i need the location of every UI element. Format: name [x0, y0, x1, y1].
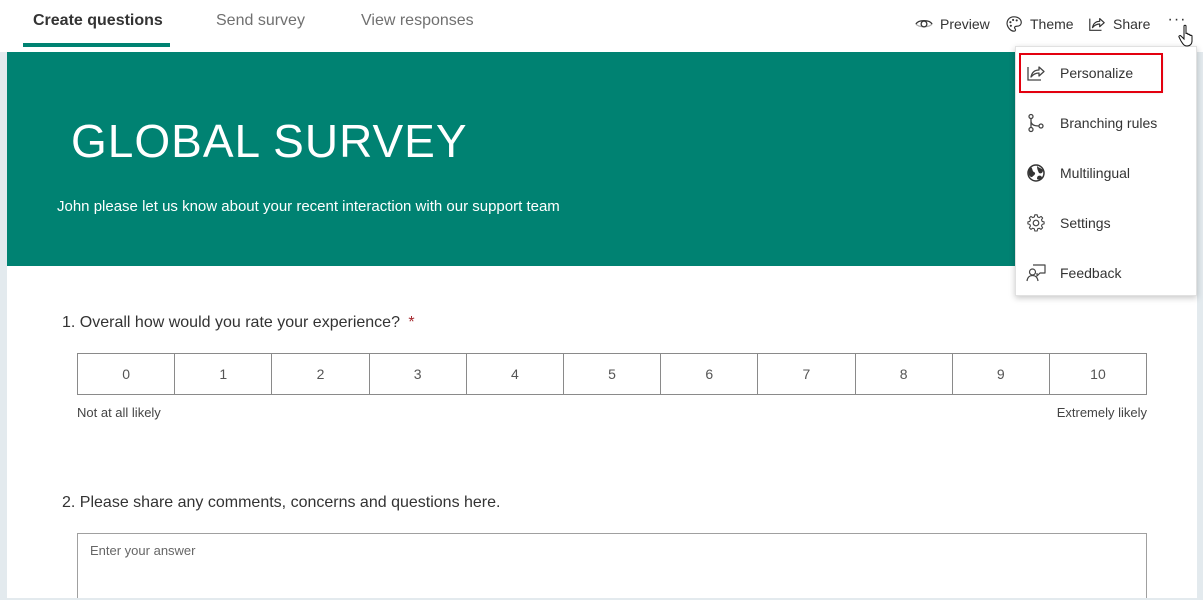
theme-label: Theme	[1030, 16, 1074, 32]
rating-option-7[interactable]: 7	[758, 354, 856, 394]
tab-create-questions[interactable]: Create questions	[33, 0, 163, 47]
active-tab-indicator	[23, 43, 170, 47]
menu-item-label: Settings	[1060, 215, 1111, 231]
menu-item-label: Branching rules	[1060, 115, 1158, 131]
menu-item-multilingual[interactable]: Multilingual	[1016, 153, 1196, 193]
rating-option-0[interactable]: 0	[78, 354, 176, 394]
rating-option-5[interactable]: 5	[563, 354, 662, 394]
eye-icon	[915, 19, 933, 28]
rating-option-1[interactable]: 1	[175, 354, 273, 394]
rating-option-8[interactable]: 8	[855, 354, 953, 394]
page-background-right	[1197, 52, 1203, 600]
share-label: Share	[1113, 16, 1151, 32]
scale-high-label: Extremely likely	[1056, 405, 1147, 420]
rating-scale: 0 1 2 3 4 5 6 7 8 9 10	[77, 353, 1147, 395]
rating-option-3[interactable]: 3	[369, 354, 467, 394]
preview-label: Preview	[940, 16, 990, 32]
share-button[interactable]: Share	[1088, 12, 1150, 36]
rating-option-9[interactable]: 9	[952, 354, 1050, 394]
globe-icon	[1027, 164, 1045, 182]
question-2-title[interactable]: 2. Please share any comments, concerns a…	[62, 494, 500, 512]
rating-option-6[interactable]: 6	[661, 354, 759, 394]
survey-subtitle[interactable]: John please let us know about your recen…	[57, 198, 560, 215]
question-2-number: 2.	[62, 494, 76, 511]
rating-option-2[interactable]: 2	[272, 354, 370, 394]
page-background-left	[0, 52, 7, 600]
question-1-title[interactable]: 1. Overall how would you rate your exper…	[62, 314, 415, 332]
menu-item-feedback[interactable]: Feedback	[1016, 253, 1196, 293]
question-2-text: Please share any comments, concerns and …	[79, 494, 501, 511]
preview-button[interactable]: Preview	[915, 12, 990, 36]
theme-button[interactable]: Theme	[1005, 12, 1074, 36]
menu-item-label: Personalize	[1060, 65, 1134, 81]
menu-item-branching-rules[interactable]: Branching rules	[1016, 103, 1196, 143]
top-navigation: Create questions Send survey View respon…	[0, 0, 1203, 52]
rating-option-4[interactable]: 4	[466, 354, 564, 394]
survey-title[interactable]: GLOBAL SURVEY	[71, 114, 468, 168]
menu-item-label: Multilingual	[1060, 165, 1131, 181]
more-options-menu: Personalize Branching rules Multilingual…	[1015, 46, 1197, 296]
palette-icon	[1006, 16, 1022, 32]
hand-cursor-icon	[1178, 24, 1193, 47]
menu-item-settings[interactable]: Settings	[1016, 203, 1196, 243]
question-1-number: 1.	[62, 314, 76, 331]
question-1-text: Overall how would you rate your experien…	[79, 314, 400, 331]
required-marker: *	[408, 314, 415, 331]
scale-low-label: Not at all likely	[77, 405, 161, 420]
tab-send-survey[interactable]: Send survey	[216, 0, 305, 47]
branching-icon	[1028, 113, 1044, 133]
menu-item-personalize[interactable]: Personalize	[1019, 53, 1163, 93]
personalize-icon	[1027, 66, 1045, 81]
menu-item-label: Feedback	[1060, 265, 1122, 281]
share-icon	[1089, 18, 1105, 31]
answer-input[interactable]	[77, 533, 1147, 600]
feedback-icon	[1026, 264, 1046, 282]
tab-view-responses[interactable]: View responses	[361, 0, 474, 47]
gear-icon	[1027, 214, 1045, 232]
rating-option-10[interactable]: 10	[1049, 354, 1147, 394]
